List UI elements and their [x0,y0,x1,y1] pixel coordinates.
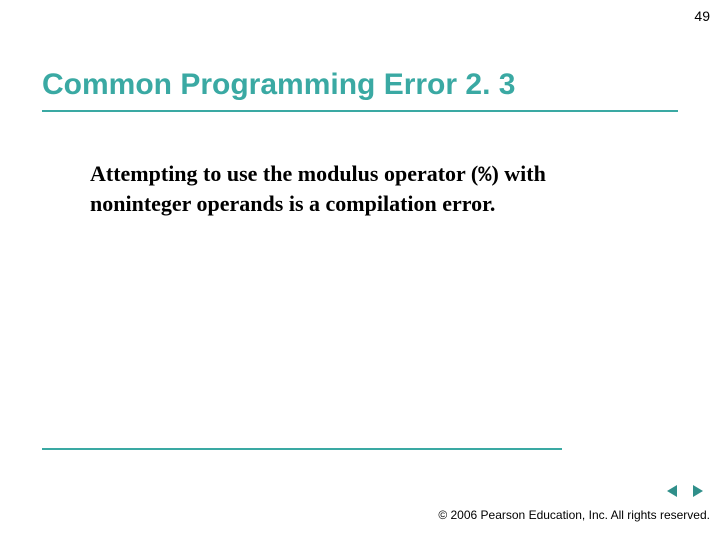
triangle-right-icon [689,483,705,499]
title-rule [42,110,678,112]
triangle-left-icon [665,483,681,499]
copyright-footer: © 2006 Pearson Education, Inc. All right… [10,508,710,522]
prev-slide-button[interactable] [664,482,682,500]
slide-nav [664,482,706,500]
body-text-pre: Attempting to use the modulus operator ( [90,161,478,186]
slide: 49 Common Programming Error 2. 3 Attempt… [0,0,720,540]
page-number: 49 [694,8,710,24]
bottom-rule [42,448,562,450]
next-slide-button[interactable] [688,482,706,500]
modulus-operator-symbol: % [478,163,491,188]
slide-title: Common Programming Error 2. 3 [42,68,690,112]
slide-body: Attempting to use the modulus operator (… [90,160,650,217]
